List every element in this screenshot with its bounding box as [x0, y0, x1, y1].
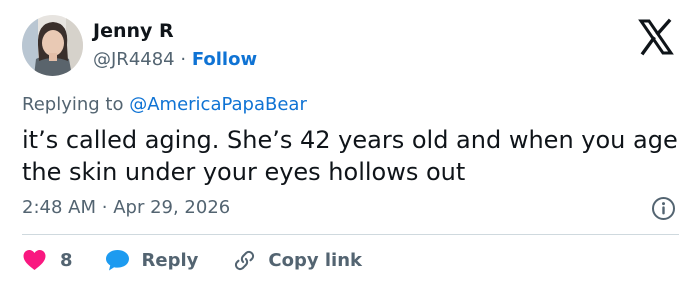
author-handle[interactable]: @JR4484	[93, 49, 175, 70]
info-icon[interactable]	[651, 196, 676, 221]
action-bar: 8 Reply Copy link	[22, 245, 362, 275]
reply-button[interactable]: Reply	[105, 249, 199, 271]
copy-link-label: Copy link	[268, 249, 362, 271]
author-avatar[interactable]	[22, 15, 83, 76]
tweet-card: Jenny R @JR4484 · Follow Replying to @Am…	[0, 0, 700, 287]
like-button[interactable]: 8	[22, 249, 73, 271]
follow-button[interactable]: Follow	[192, 49, 257, 70]
tweet-timestamp[interactable]: 2:48 AM · Apr 29, 2026	[22, 197, 230, 218]
x-logo-icon[interactable]	[636, 17, 676, 57]
handle-separator: ·	[180, 49, 187, 70]
tweet-date: Apr 29, 2026	[113, 197, 231, 218]
copy-link-button[interactable]: Copy link	[232, 248, 362, 273]
author-name[interactable]: Jenny R	[93, 20, 174, 42]
tweet-time: 2:48 AM	[22, 197, 96, 218]
tweet-text: it’s called aging. She’s 42 years old an…	[22, 126, 678, 186]
speech-bubble-icon	[105, 250, 129, 271]
timestamp-separator: ·	[101, 197, 108, 218]
reply-label: Reply	[141, 249, 199, 271]
author-handle-line: @JR4484 · Follow	[93, 49, 257, 70]
reply-mention-link[interactable]: @AmericaPapaBear	[129, 94, 307, 115]
reply-context: Replying to @AmericaPapaBear	[22, 94, 307, 115]
reply-context-prefix: Replying to	[22, 94, 124, 115]
link-icon	[235, 250, 255, 270]
heart-icon	[23, 250, 46, 270]
divider	[22, 234, 679, 235]
avatar-photo	[22, 15, 83, 76]
like-count: 8	[60, 249, 73, 271]
